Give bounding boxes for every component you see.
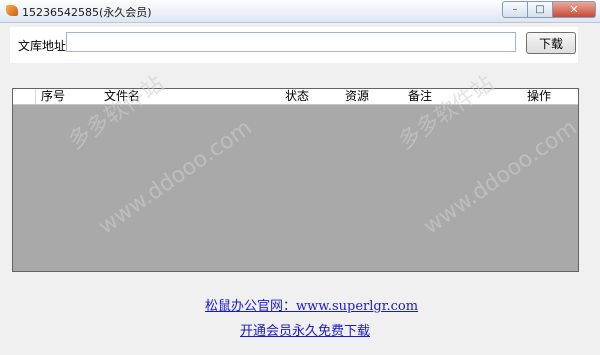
- title-bar: 15236542585(永久会员) – □ ✕: [0, 0, 600, 23]
- window-controls: – □ ✕: [502, 1, 596, 19]
- window-title: 15236542585(永久会员): [22, 6, 152, 19]
- column-action[interactable]: 操作: [527, 89, 551, 104]
- official-site-link[interactable]: 松鼠办公官网：www.superlgr.com: [205, 295, 418, 314]
- column-status[interactable]: 状态: [285, 89, 309, 104]
- url-panel: 文库地址： 下载: [10, 27, 578, 63]
- membership-link[interactable]: 开通会员永久免费下载: [240, 320, 370, 339]
- column-filename[interactable]: 文件名: [104, 89, 140, 104]
- close-button[interactable]: ✕: [553, 1, 596, 18]
- column-separator: [35, 89, 36, 104]
- maximize-icon: □: [535, 4, 545, 15]
- minimize-button[interactable]: –: [502, 1, 528, 18]
- column-index[interactable]: 序号: [41, 89, 65, 104]
- close-icon: ✕: [569, 3, 579, 16]
- maximize-button[interactable]: □: [528, 1, 553, 18]
- download-button[interactable]: 下载: [526, 32, 576, 54]
- column-source[interactable]: 资源: [345, 89, 369, 104]
- download-table[interactable]: 序号 文件名 状态 资源 备注 操作: [12, 88, 579, 272]
- minimize-icon: –: [512, 4, 518, 15]
- column-remark[interactable]: 备注: [408, 89, 432, 104]
- url-input[interactable]: [66, 32, 516, 52]
- table-header: 序号 文件名 状态 资源 备注 操作: [13, 89, 578, 105]
- app-icon: [6, 5, 18, 16]
